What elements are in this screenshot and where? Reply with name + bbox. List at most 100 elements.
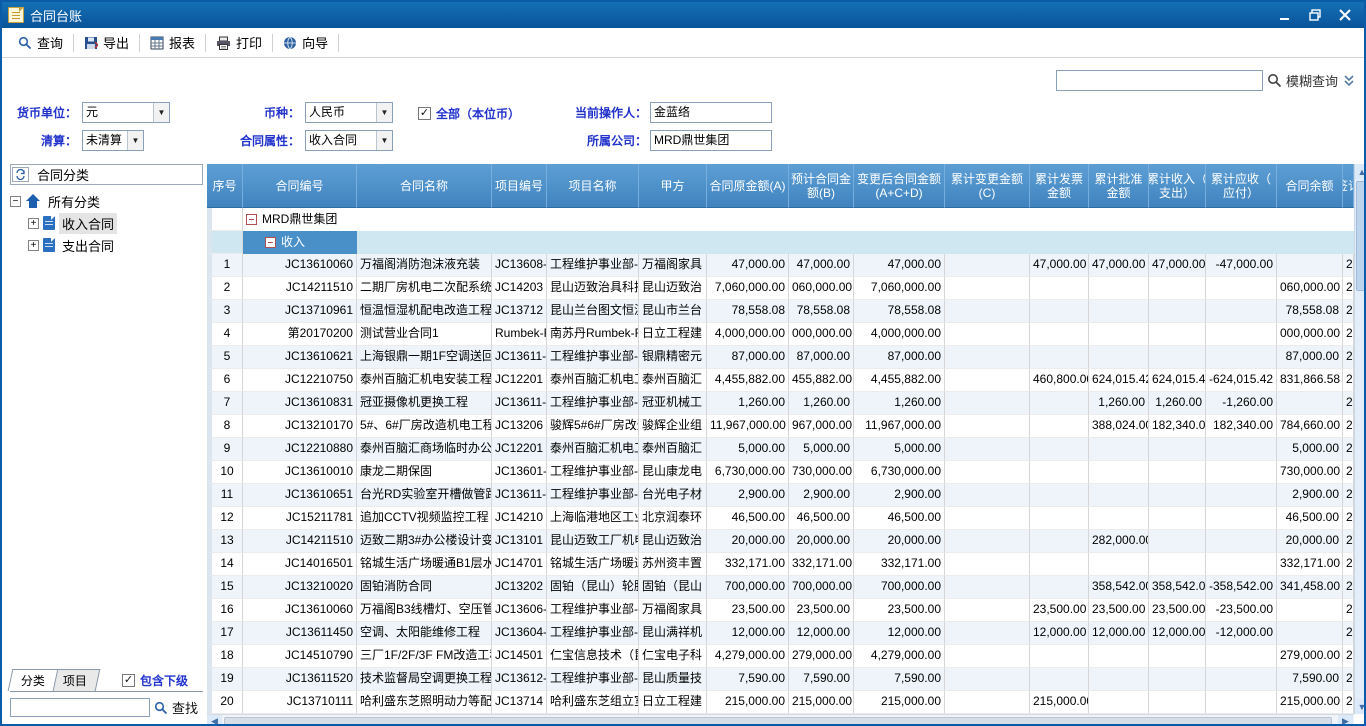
table-cell[interactable] — [945, 530, 1030, 553]
table-cell[interactable]: Rumbek-Ra — [492, 323, 547, 346]
table-cell[interactable] — [1030, 415, 1089, 438]
table-cell[interactable]: 4,000,000.00 — [854, 323, 945, 346]
table-cell[interactable] — [1030, 668, 1089, 691]
table-cell[interactable]: 7,590.00 — [789, 668, 854, 691]
table-cell[interactable] — [1030, 346, 1089, 369]
table-cell[interactable]: 12,000.00 — [707, 622, 789, 645]
scroll-up-icon[interactable]: ▲ — [1355, 164, 1366, 179]
table-cell[interactable]: JC13611520 — [243, 668, 357, 691]
table-cell[interactable]: 2 — [1343, 461, 1354, 484]
table-cell[interactable]: 7,590.00 — [707, 668, 789, 691]
table-cell[interactable]: 10 — [207, 461, 243, 484]
table-cell[interactable]: JC13601-5 — [492, 461, 547, 484]
table-cell[interactable]: 骏辉企业组 — [639, 415, 707, 438]
table-cell[interactable] — [1277, 622, 1343, 645]
table-cell[interactable]: 7 — [207, 392, 243, 415]
table-cell[interactable] — [1089, 553, 1149, 576]
column-header-4[interactable]: 项目名称 — [547, 164, 639, 208]
settle-select[interactable]: 未清算 ▼ — [82, 130, 144, 151]
table-cell[interactable]: JC13610060 — [243, 599, 357, 622]
table-cell[interactable] — [1149, 484, 1206, 507]
table-cell[interactable]: 11 — [207, 484, 243, 507]
tree-root-label[interactable]: 所有分类 — [45, 191, 103, 212]
table-cell[interactable] — [1030, 323, 1089, 346]
table-cell[interactable]: 工程维护事业部-5 — [547, 346, 639, 369]
restore-button[interactable] — [1302, 6, 1328, 24]
table-cell[interactable] — [1030, 484, 1089, 507]
fuzzy-search-input[interactable] — [1056, 70, 1263, 91]
table-cell[interactable]: 冠亚机械工 — [639, 392, 707, 415]
table-cell[interactable]: 23,500.00 — [707, 599, 789, 622]
table-cell[interactable]: 6,730,000.00 — [707, 461, 789, 484]
table-cell[interactable]: 哈利盛东芝组立室 — [547, 691, 639, 714]
table-cell[interactable]: 20,000.00 — [789, 530, 854, 553]
table-cell[interactable]: 上海银鼎一期1F空调送回 — [357, 346, 492, 369]
table-cell[interactable]: 279,000.00 — [1277, 645, 1343, 668]
table-cell[interactable]: 358,542.00 — [1089, 576, 1149, 599]
table-row[interactable]: 18JC14510790三厂1F/2F/3F FM改造工程JC14501仁宝信息… — [207, 645, 1354, 668]
table-row[interactable]: 20JC13710111哈利盛东芝照明动力等配JC13714哈利盛东芝组立室日立… — [207, 691, 1354, 714]
table-cell[interactable]: 17 — [207, 622, 243, 645]
table-cell[interactable] — [945, 553, 1030, 576]
table-cell[interactable]: 2 — [1343, 507, 1354, 530]
table-cell[interactable]: -12,000.00 — [1206, 622, 1277, 645]
table-cell[interactable]: 060,000.00 — [789, 277, 854, 300]
table-cell[interactable]: 967,000.00 — [789, 415, 854, 438]
table-cell[interactable] — [945, 576, 1030, 599]
table-cell[interactable]: 台光RD实验室开槽做管路 — [357, 484, 492, 507]
chevron-double-down-icon[interactable] — [1342, 74, 1356, 88]
table-cell[interactable]: 700,000.00 — [854, 576, 945, 599]
tree-node-income[interactable]: + 收入合同 — [10, 212, 203, 234]
table-cell[interactable]: 工程维护事业部-5 — [547, 392, 639, 415]
table-cell[interactable]: JC13210170 — [243, 415, 357, 438]
currency-unit-select[interactable]: 元 ▼ — [82, 102, 170, 123]
column-header-1[interactable]: 合同编号 — [243, 164, 357, 208]
table-cell[interactable] — [945, 484, 1030, 507]
table-cell[interactable]: 700,000.00 — [789, 576, 854, 599]
currency-select[interactable]: 人民币 ▼ — [305, 102, 393, 123]
table-cell[interactable]: 215,000.00 — [854, 691, 945, 714]
table-cell[interactable]: 2 — [1343, 415, 1354, 438]
table-cell[interactable] — [1089, 461, 1149, 484]
table-row[interactable]: 14JC14016501铭城生活广场暖通B1层水JC14701铭城生活广场暖通苏… — [207, 553, 1354, 576]
table-cell[interactable]: 昆山兰台图文恒温 — [547, 300, 639, 323]
expand-icon[interactable]: + — [28, 240, 39, 251]
table-cell[interactable]: 87,000.00 — [789, 346, 854, 369]
table-cell[interactable]: 苏州资丰置 — [639, 553, 707, 576]
table-cell[interactable] — [1030, 507, 1089, 530]
table-cell[interactable]: 2,900.00 — [854, 484, 945, 507]
table-cell[interactable]: 日立工程建 — [639, 323, 707, 346]
table-row[interactable]: 2JC14211510二期厂房机电二次配系统JC14203昆山迈致治具科技昆山迈… — [207, 277, 1354, 300]
table-cell[interactable]: JC14016501 — [243, 553, 357, 576]
table-cell[interactable]: 2,900.00 — [789, 484, 854, 507]
table-cell[interactable]: JC13611-5 — [492, 346, 547, 369]
table-cell[interactable]: 2 — [1343, 576, 1354, 599]
dropdown-arrow-icon[interactable]: ▼ — [153, 103, 169, 122]
table-cell[interactable] — [945, 507, 1030, 530]
table-row[interactable]: 4第20170200测试营业合同1Rumbek-Ra南苏丹Rumbek-Ra日立… — [207, 323, 1354, 346]
table-cell[interactable]: JC13610831 — [243, 392, 357, 415]
table-cell[interactable]: 工程维护事业部-5 — [547, 461, 639, 484]
table-cell[interactable]: 78,558.08 — [854, 300, 945, 323]
column-header-8[interactable]: 变更后合同金额(A+C+D) — [854, 164, 945, 208]
table-cell[interactable]: 固铂（昆山 — [639, 576, 707, 599]
table-row[interactable]: 7JC13610831冠亚摄像机更换工程JC13611-5工程维护事业部-5冠亚… — [207, 392, 1354, 415]
table-cell[interactable]: 388,024.00 — [1089, 415, 1149, 438]
table-cell[interactable] — [1149, 300, 1206, 323]
table-row[interactable]: 10JC13610010康龙二期保固JC13601-5工程维护事业部-5昆山康龙… — [207, 461, 1354, 484]
table-cell[interactable]: 骏辉5#6#厂房改造 — [547, 415, 639, 438]
table-cell[interactable]: 2 — [1343, 622, 1354, 645]
table-cell[interactable]: 万福阁家具 — [639, 599, 707, 622]
table-cell[interactable]: 5#、6#厂房改造机电工程 — [357, 415, 492, 438]
table-cell[interactable]: JC13604-5 — [492, 622, 547, 645]
table-cell[interactable]: 2 — [1343, 599, 1354, 622]
table-row[interactable]: 11JC13610651台光RD实验室开槽做管路JC13611-5工程维护事业部… — [207, 484, 1354, 507]
table-cell[interactable]: 仁宝电子科 — [639, 645, 707, 668]
table-cell[interactable]: JC13710961 — [243, 300, 357, 323]
table-cell[interactable]: 万福阁消防泡沫液充装 — [357, 254, 492, 277]
table-cell[interactable] — [1149, 346, 1206, 369]
close-button[interactable] — [1332, 6, 1358, 24]
table-cell[interactable] — [1089, 277, 1149, 300]
column-header-6[interactable]: 合同原金额(A) — [707, 164, 789, 208]
table-cell[interactable] — [945, 415, 1030, 438]
